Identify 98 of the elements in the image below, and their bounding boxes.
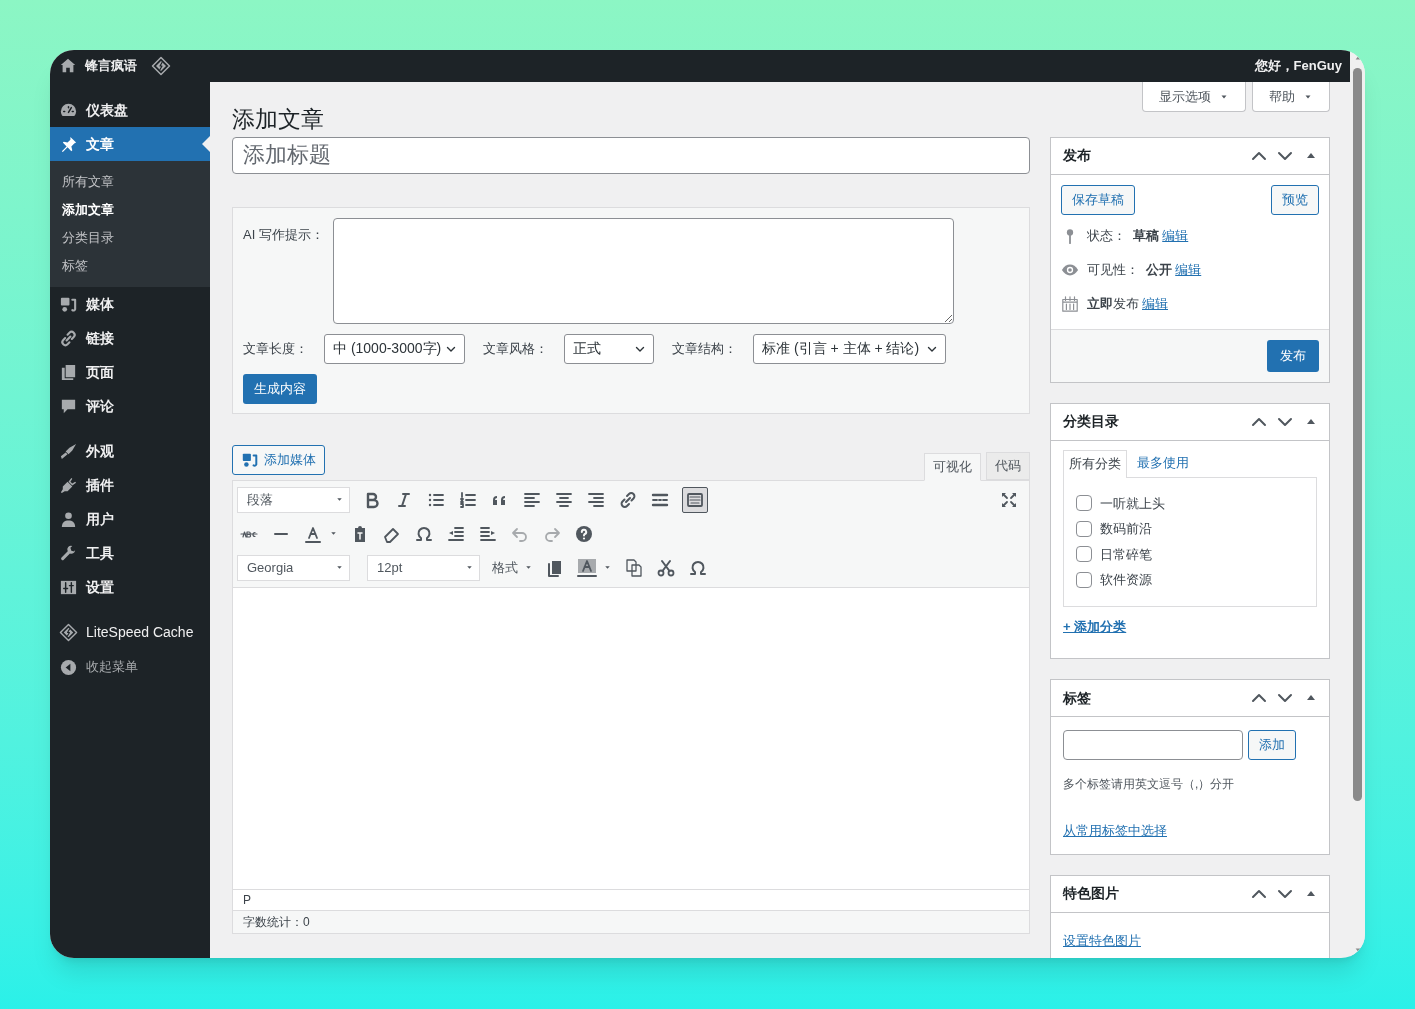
edit-link[interactable]: 编辑 xyxy=(1162,225,1189,246)
submenu-item[interactable]: 分类目录 xyxy=(50,224,210,252)
select-field[interactable]: 标准 (引言 + 主体 + 结论) xyxy=(753,333,946,364)
calendar-icon xyxy=(1061,294,1079,313)
preview-button[interactable]: 预览 xyxy=(1271,184,1319,215)
paste-icon[interactable] xyxy=(624,557,644,578)
checkbox-label: 日常碎笔 xyxy=(1100,545,1152,564)
box-title: 特色图片 xyxy=(1063,884,1119,903)
box-title: 分类目录 xyxy=(1063,412,1119,431)
menu-pointer-icon xyxy=(202,136,210,152)
caret-down-icon xyxy=(465,563,474,572)
home-icon[interactable] xyxy=(59,57,77,75)
sidebar-item[interactable]: LiteSpeed Cache xyxy=(50,615,210,649)
sidebar-item[interactable]: 仪表盘 xyxy=(50,93,210,127)
set-featured-image-link[interactable]: 设置特色图片 xyxy=(1063,932,1141,948)
caret-down-icon xyxy=(524,563,533,572)
toolbar-toggle-icon[interactable] xyxy=(682,486,708,513)
status-text: 状态： 草稿 xyxy=(1087,226,1160,245)
checkbox-label: 软件资源 xyxy=(1100,571,1152,589)
edit-link[interactable]: 编辑 xyxy=(1142,293,1168,314)
diamond-icon xyxy=(59,622,78,642)
field-label: 文章风格： xyxy=(483,339,548,358)
caret-down-icon[interactable] xyxy=(1353,946,1362,954)
element-path: P xyxy=(243,891,251,909)
add-category-link[interactable]: + 添加分类 xyxy=(1063,616,1127,636)
choose-tags-link[interactable]: 从常用标签中选择 xyxy=(1063,821,1167,841)
hint-text: 多个标签请用英文逗号（,）分开 xyxy=(1063,776,1236,793)
pin-icon xyxy=(59,134,78,154)
checkbox[interactable] xyxy=(1076,546,1092,563)
size-select[interactable]: 12pt xyxy=(367,554,480,581)
box-title: 发布 xyxy=(1063,146,1091,165)
schedule-text: 立即发布 xyxy=(1087,294,1139,313)
sidebar-item[interactable]: 工具 xyxy=(50,536,210,570)
collapse-icon xyxy=(59,657,78,677)
link-icon xyxy=(59,328,78,348)
screen-tab[interactable]: 显示选项 xyxy=(1142,82,1246,112)
caret-down-icon xyxy=(335,563,344,572)
field-label: 文章结构： xyxy=(672,339,737,358)
visibility-text: 可见性： 公开 xyxy=(1087,260,1173,279)
submenu-item[interactable]: 所有文章 xyxy=(50,168,210,196)
user-icon xyxy=(59,509,78,529)
background-color-icon[interactable] xyxy=(577,557,597,578)
prompt-field[interactable] xyxy=(333,217,954,324)
editor-tab[interactable]: 可视化 xyxy=(924,452,981,481)
sidebar-item[interactable]: 链接 xyxy=(50,321,210,355)
page-icon xyxy=(59,362,78,382)
sidebar-item[interactable]: 评论 xyxy=(50,389,210,423)
box-title: 标签 xyxy=(1063,688,1091,708)
submenu-item[interactable]: 标签 xyxy=(50,252,210,280)
tag-field[interactable] xyxy=(1063,730,1243,760)
caret-down-icon[interactable] xyxy=(329,529,338,538)
sidebar-item[interactable]: 媒体 xyxy=(50,287,210,321)
generate-button[interactable]: 生成内容 xyxy=(243,373,317,404)
select-field[interactable]: 正式 xyxy=(564,333,654,364)
field-label: 文章长度： xyxy=(243,339,308,358)
screen-tab[interactable]: 帮助 xyxy=(1252,82,1330,112)
field-label: AI 写作提示： xyxy=(243,225,325,244)
save-draft-button[interactable]: 保存草稿 xyxy=(1061,184,1135,215)
link-icon[interactable] xyxy=(618,489,638,510)
checkbox[interactable] xyxy=(1076,520,1092,537)
site-name-link[interactable]: 锋言疯语 xyxy=(85,56,137,76)
greeting-link[interactable]: 您好，FenGuy xyxy=(1254,56,1342,76)
collapse-menu-item[interactable]: 收起菜单 xyxy=(50,650,210,684)
add-media-button[interactable]: 添加媒体 xyxy=(232,444,325,475)
diamond-icon[interactable] xyxy=(151,56,171,76)
caret-down-icon xyxy=(335,495,344,504)
brush-icon xyxy=(59,441,78,461)
cut-icon[interactable] xyxy=(656,557,676,578)
select-field[interactable]: 中 (1000-3000字) xyxy=(324,333,465,364)
word-count: 字数统计：0 xyxy=(243,913,310,931)
wrench-icon xyxy=(59,543,78,563)
checkbox[interactable] xyxy=(1076,571,1092,588)
sidebar-item[interactable]: 外观 xyxy=(50,434,210,468)
page-title: 添加文章 xyxy=(232,105,324,134)
sidebar-item[interactable]: 文章 xyxy=(50,127,210,161)
sidebar-item[interactable]: 页面 xyxy=(50,355,210,389)
caret-down-icon[interactable] xyxy=(603,563,612,572)
category-tab[interactable]: 最多使用 xyxy=(1132,448,1194,477)
sidebar-item[interactable]: 插件 xyxy=(50,468,210,502)
category-tab[interactable]: 所有分类 xyxy=(1063,449,1127,478)
format-select[interactable]: 段落 xyxy=(237,486,350,513)
editor-tab[interactable]: 代码 xyxy=(986,451,1030,480)
checkbox-label: 一听就上头 xyxy=(1100,494,1165,513)
edit-link[interactable]: 编辑 xyxy=(1175,259,1202,280)
format-menu[interactable]: 格式 xyxy=(492,557,533,578)
help-icon[interactable] xyxy=(574,523,594,544)
font-select[interactable]: Georgia xyxy=(237,554,350,581)
numbered-list-icon[interactable] xyxy=(458,489,478,510)
title-field[interactable]: 添加标题 xyxy=(232,136,1030,174)
scrollbar-thumb[interactable] xyxy=(1353,68,1362,801)
submenu-item[interactable]: 添加文章 xyxy=(50,196,210,224)
publish-button[interactable]: 发布 xyxy=(1267,339,1319,372)
sidebar-item[interactable]: 用户 xyxy=(50,502,210,536)
plug-icon xyxy=(59,475,78,495)
checkbox-label: 数码前沿 xyxy=(1100,520,1152,538)
add-tag-button[interactable]: 添加 xyxy=(1248,730,1296,760)
sidebar-item[interactable]: 设置 xyxy=(50,570,210,604)
checkbox[interactable] xyxy=(1076,495,1092,512)
